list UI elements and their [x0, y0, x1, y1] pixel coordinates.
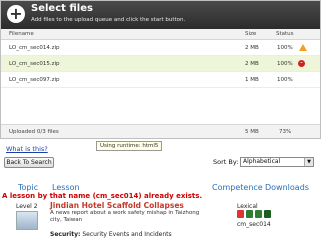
file-name: LO_cm_sec015.zip — [9, 61, 60, 67]
web-icon[interactable] — [264, 210, 271, 218]
lesson-level: Level 2 — [16, 203, 38, 210]
chevron-down-icon[interactable]: ▼ — [304, 158, 313, 166]
sort-selected-value: Alphabetical — [243, 158, 281, 165]
competence-value: Lexical — [237, 203, 258, 210]
column-status: Status — [276, 31, 294, 37]
total-status: 73% — [279, 129, 292, 135]
header-downloads: Downloads — [265, 183, 309, 192]
column-size: Size — [245, 31, 257, 37]
lesson-description: A news report about a work safety mishap… — [50, 210, 200, 223]
lesson-thumbnail[interactable] — [16, 211, 38, 230]
file-status: 100% — [277, 45, 293, 51]
warning-icon — [299, 44, 307, 51]
file-row[interactable]: LO_cm_sec097.zip 1 MB 100% — [1, 72, 320, 88]
file-name: LO_cm_sec014.zip — [9, 45, 60, 51]
back-to-search-button[interactable]: Back To Search — [4, 157, 54, 168]
column-filename: Filename — [9, 31, 34, 37]
delete-icon[interactable]: – — [298, 60, 305, 67]
pdf-icon[interactable] — [237, 210, 244, 218]
header-topic: Topic — [18, 183, 39, 192]
upload-subtitle: Add files to the upload queue and click … — [31, 17, 186, 23]
lesson-security: Security: Security Events and Incidents — [50, 231, 172, 238]
file-status: 100% — [277, 77, 293, 83]
file-size: 1 MB — [245, 77, 259, 83]
doc-icon[interactable] — [246, 210, 253, 218]
security-label: Security: — [50, 231, 81, 238]
file-status: 100% — [277, 61, 293, 67]
file-size: 2 MB — [245, 45, 259, 51]
total-size: 5 MB — [245, 129, 259, 135]
uploaded-count: Uploaded 0/3 files — [9, 129, 59, 135]
audio-icon[interactable] — [255, 210, 262, 218]
lesson-code: cm_sec014 — [237, 221, 271, 228]
lesson-title-link[interactable]: Jindian Hotel Scaffold Collapses — [50, 201, 184, 210]
file-row[interactable]: LO_cm_sec014.zip 2 MB 100% — [1, 40, 320, 56]
sort-by-label: Sort By: — [213, 158, 239, 166]
error-message: A lesson by that name (cm_sec014) alread… — [2, 192, 203, 200]
file-row[interactable]: LO_cm_sec015.zip 2 MB 100% – — [1, 56, 320, 72]
sort-select[interactable]: Alphabetical ▼ — [240, 157, 314, 167]
header-lesson: Lesson — [52, 183, 80, 192]
upload-title: Select files — [31, 3, 93, 14]
header-competence: Competence — [212, 183, 263, 192]
upload-panel: + Select files Add files to the upload q… — [0, 0, 321, 139]
security-value: Security Events and Incidents — [82, 231, 172, 238]
file-name: LO_cm_sec097.zip — [9, 77, 60, 83]
upload-footer: Uploaded 0/3 files 5 MB 73% — [1, 124, 320, 138]
file-size: 2 MB — [245, 61, 259, 67]
plus-icon[interactable]: + — [7, 5, 25, 23]
runtime-tooltip: Using runtime: html5 — [96, 141, 163, 151]
what-is-this-link[interactable]: What is this? — [6, 145, 48, 153]
file-table-header: Filename Size Status — [1, 29, 320, 40]
upload-header: + Select files Add files to the upload q… — [1, 1, 320, 29]
